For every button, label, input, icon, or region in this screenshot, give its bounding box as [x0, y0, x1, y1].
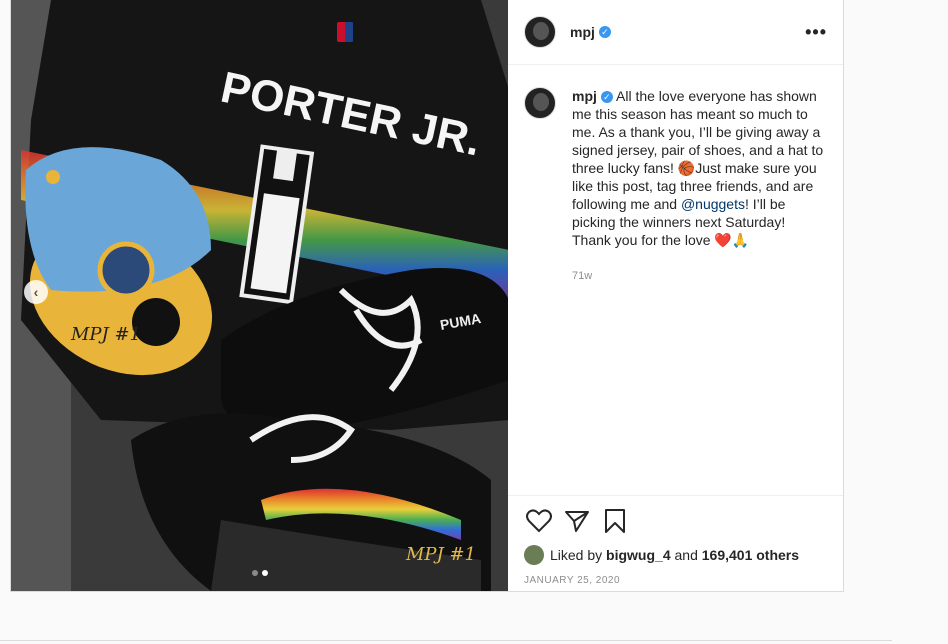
chevron-left-icon: ‹ [33, 284, 39, 300]
hat-signature-text: MPJ #1 [70, 324, 141, 345]
verified-badge-icon: ✓ [598, 26, 611, 38]
share-button[interactable] [562, 506, 592, 536]
carousel-prev-button[interactable]: ‹ [24, 280, 48, 304]
page: PORTER JR. MPJ #1 PUMA MPJ #1 ‹ mpj ✓ ••… [0, 0, 948, 644]
divider [0, 640, 892, 641]
caption: mpj ✓ All the love everyone has shown me … [508, 65, 843, 285]
liked-and: and [674, 547, 698, 563]
mention-link[interactable]: @nuggets [681, 196, 745, 212]
caption-body: mpj ✓ All the love everyone has shown me … [572, 87, 827, 285]
post-sidebar: mpj ✓ ••• mpj ✓ All the love everyone has… [508, 0, 843, 591]
like-button[interactable] [524, 506, 554, 536]
share-icon [565, 511, 589, 532]
post-time[interactable]: 71w [572, 267, 827, 285]
carousel-indicator [252, 570, 268, 576]
caption-avatar[interactable] [524, 87, 556, 119]
post-media[interactable]: PORTER JR. MPJ #1 PUMA MPJ #1 ‹ [11, 0, 508, 591]
caption-text: All the love everyone has shown me this … [572, 88, 824, 212]
liker-username-link[interactable]: bigwug_4 [606, 547, 671, 563]
more-options-button[interactable]: ••• [805, 22, 827, 43]
avatar[interactable] [524, 16, 556, 48]
post-photo: PORTER JR. MPJ #1 PUMA MPJ #1 [11, 0, 508, 591]
heart-icon [526, 509, 552, 533]
likes-summary: Liked by bigwug_4 and 169,401 others [524, 545, 827, 565]
liker-avatar[interactable] [524, 545, 544, 565]
shoe-signature-text: MPJ #1 [405, 544, 476, 565]
action-icons [524, 506, 827, 536]
post-date[interactable]: JANUARY 25, 2020 [524, 575, 827, 586]
action-bar: Liked by bigwug_4 and 169,401 others JAN… [508, 495, 843, 591]
liked-by-prefix: Liked by [550, 547, 603, 563]
username-link[interactable]: mpj [570, 24, 595, 40]
save-button[interactable] [600, 506, 630, 536]
carousel-dot [252, 570, 258, 576]
carousel-dot-active [262, 570, 268, 576]
post-card: PORTER JR. MPJ #1 PUMA MPJ #1 ‹ mpj ✓ ••… [10, 0, 844, 592]
post-header: mpj ✓ ••• [508, 0, 843, 65]
bookmark-icon [605, 509, 625, 533]
verified-badge-icon: ✓ [600, 91, 613, 103]
likes-count-link[interactable]: 169,401 others [702, 547, 799, 563]
caption-username-link[interactable]: mpj [572, 88, 597, 104]
